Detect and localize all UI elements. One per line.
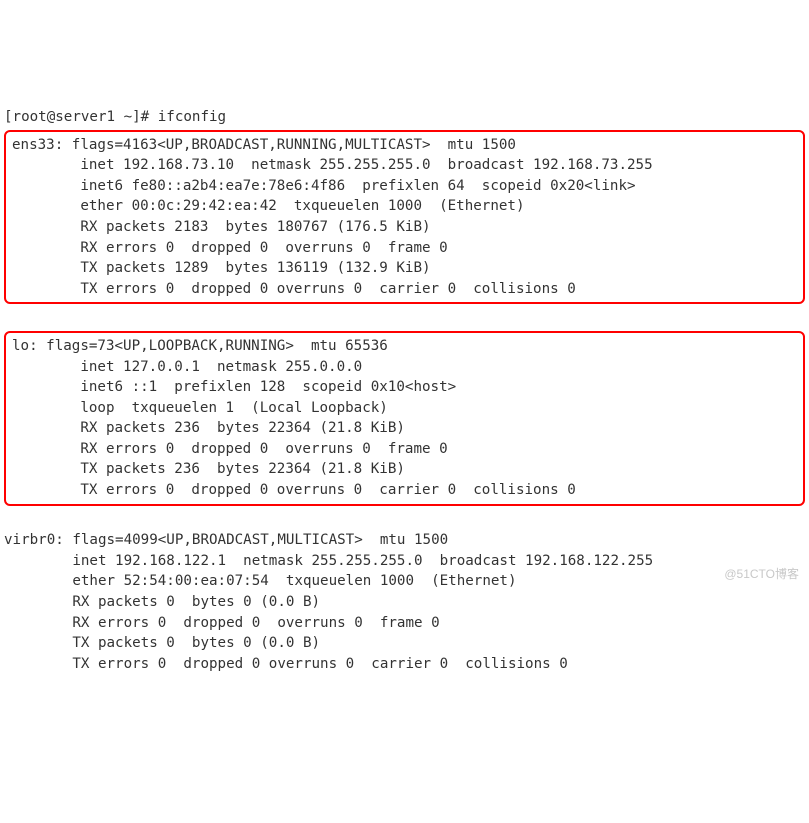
terminal-output: [root@server1 ~]# ifconfig ens33: flags=… xyxy=(4,86,805,674)
ens33-line-8: TX errors 0 dropped 0 overruns 0 carrier… xyxy=(12,281,576,297)
highlight-box-lo: lo: flags=73<UP,LOOPBACK,RUNNING> mtu 65… xyxy=(4,331,805,506)
virbr0-line-5: RX errors 0 dropped 0 overruns 0 frame 0 xyxy=(4,615,440,631)
virbr0-line-6: TX packets 0 bytes 0 (0.0 B) xyxy=(4,635,320,651)
lo-line-8: TX errors 0 dropped 0 overruns 0 carrier… xyxy=(12,482,576,498)
lo-line-5: RX packets 236 bytes 22364 (21.8 KiB) xyxy=(12,420,405,436)
lo-line-2: inet 127.0.0.1 netmask 255.0.0.0 xyxy=(12,359,362,375)
ens33-line-3: inet6 fe80::a2b4:ea7e:78e6:4f86 prefixle… xyxy=(12,178,636,194)
virbr0-line-3: ether 52:54:00:ea:07:54 txqueuelen 1000 … xyxy=(4,573,517,589)
prompt-line: [root@server1 ~]# ifconfig xyxy=(4,109,226,125)
virbr0-line-7: TX errors 0 dropped 0 overruns 0 carrier… xyxy=(4,656,568,672)
virbr0-line-4: RX packets 0 bytes 0 (0.0 B) xyxy=(4,594,320,610)
virbr0-line-2: inet 192.168.122.1 netmask 255.255.255.0… xyxy=(4,553,653,569)
lo-line-7: TX packets 236 bytes 22364 (21.8 KiB) xyxy=(12,461,405,477)
lo-line-3: inet6 ::1 prefixlen 128 scopeid 0x10<hos… xyxy=(12,379,456,395)
ens33-line-2: inet 192.168.73.10 netmask 255.255.255.0… xyxy=(12,157,653,173)
ens33-line-1: ens33: flags=4163<UP,BROADCAST,RUNNING,M… xyxy=(12,137,516,153)
ens33-line-6: RX errors 0 dropped 0 overruns 0 frame 0 xyxy=(12,240,448,256)
ens33-line-7: TX packets 1289 bytes 136119 (132.9 KiB) xyxy=(12,260,431,276)
lo-line-4: loop txqueuelen 1 (Local Loopback) xyxy=(12,400,388,416)
watermark-text: @51CTO博客 xyxy=(724,566,799,583)
lo-line-6: RX errors 0 dropped 0 overruns 0 frame 0 xyxy=(12,441,448,457)
ens33-line-4: ether 00:0c:29:42:ea:42 txqueuelen 1000 … xyxy=(12,198,525,214)
ens33-line-5: RX packets 2183 bytes 180767 (176.5 KiB) xyxy=(12,219,431,235)
virbr0-line-1: virbr0: flags=4099<UP,BROADCAST,MULTICAS… xyxy=(4,532,448,548)
lo-line-1: lo: flags=73<UP,LOOPBACK,RUNNING> mtu 65… xyxy=(12,338,388,354)
highlight-box-ens33: ens33: flags=4163<UP,BROADCAST,RUNNING,M… xyxy=(4,130,805,305)
